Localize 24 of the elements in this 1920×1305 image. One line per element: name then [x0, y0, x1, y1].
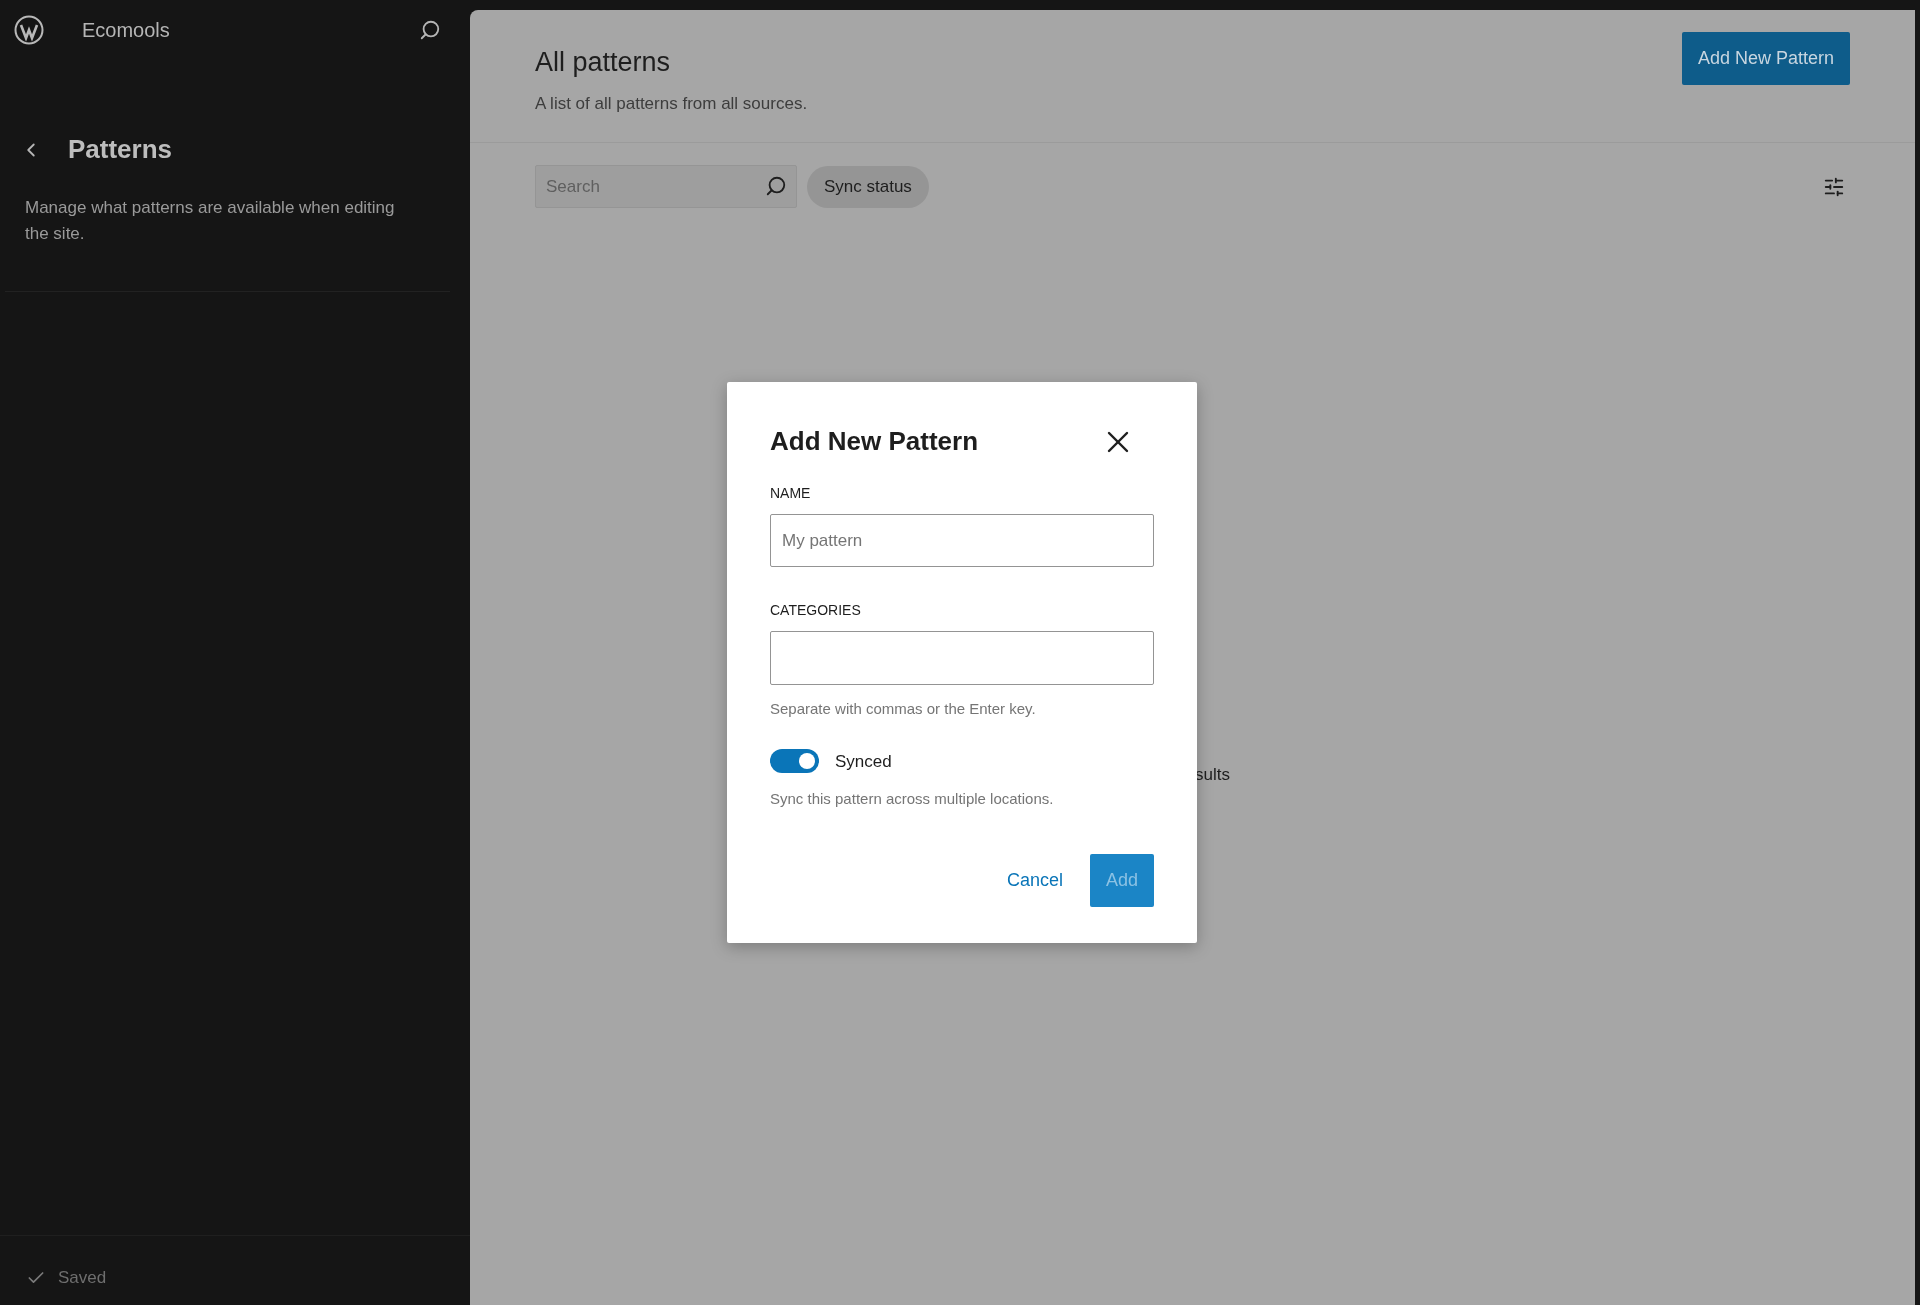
categories-input-field[interactable]: [770, 631, 1154, 685]
search-icon: [765, 175, 787, 197]
name-label: NAME: [770, 484, 812, 503]
synced-label: Synced: [835, 750, 892, 773]
section-title: Patterns: [68, 133, 173, 166]
save-status: Saved: [58, 1266, 107, 1289]
site-title[interactable]: Ecomools: [82, 15, 170, 45]
page-title: All patterns: [535, 46, 672, 79]
name-input-field[interactable]: My pattern: [770, 514, 1154, 567]
sidebar-description: Manage what patterns are available when editing the site.: [24, 197, 396, 245]
add-new-pattern-button[interactable]: Add New Pattern: [1681, 32, 1850, 85]
view-options-icon[interactable]: [1823, 175, 1845, 198]
categories-help-text: Separate with commas or the Enter key.: [770, 699, 1037, 719]
search-icon[interactable]: [419, 19, 441, 41]
page-subtitle: A list of all patterns from all sources.: [535, 92, 808, 115]
categories-label: CATEGORIES: [770, 601, 862, 620]
wordpress-logo-icon[interactable]: [14, 15, 44, 45]
empty-state-text: sults: [1195, 764, 1230, 786]
synced-toggle[interactable]: [770, 749, 819, 774]
dialog-title: Add New Pattern: [770, 425, 979, 458]
cancel-button[interactable]: Cancel: [1004, 866, 1065, 894]
search-field[interactable]: Search: [535, 165, 797, 208]
sync-status-filter[interactable]: Sync status: [807, 165, 929, 208]
synced-help-text: Sync this pattern across multiple locations.: [770, 789, 1055, 809]
